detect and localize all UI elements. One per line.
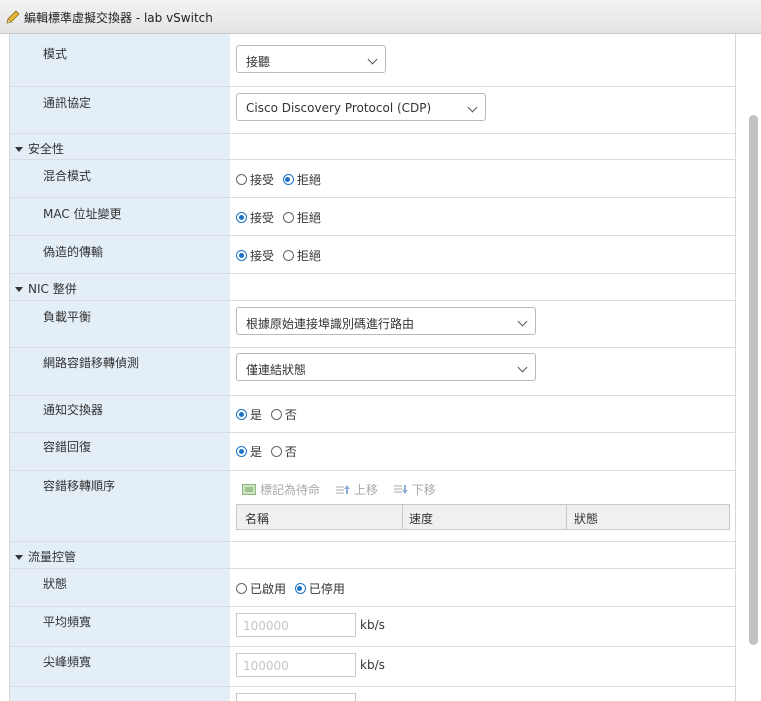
radio-unselected-icon[interactable] [236,174,247,185]
security-section[interactable]: 安全性 [10,134,735,160]
failback-no-option[interactable]: 否 [270,445,297,459]
mode-label: 模式 [43,47,68,61]
failover-order-label: 容錯移轉順序 [43,479,116,493]
notify-switches-radio-group: 是 否 [236,406,302,423]
column-header-speed[interactable]: 速度 [409,510,433,527]
vertical-scrollbar[interactable] [749,115,758,645]
chevron-down-icon [517,316,528,327]
forged-accept-option[interactable]: 接受 [236,249,274,263]
settings-panel: 模式 接聽 通訊協定 Cisco Discovery Protocol (CDP… [9,34,736,701]
forged-radio-group: 接受 拒絕 [236,247,326,264]
mac-change-reject-option[interactable]: 拒絕 [282,211,321,225]
collapse-triangle-icon [15,555,23,560]
load-balance-label: 負載平衡 [43,310,92,324]
column-header-status[interactable]: 狀態 [574,510,598,527]
state-enabled-option[interactable]: 已啟用 [236,582,286,596]
pencil-icon [6,10,20,24]
failback-label: 容錯回復 [43,440,92,454]
radio-unselected-icon[interactable] [236,583,247,594]
notify-switches-label: 通知交換器 [43,403,104,417]
collapse-triangle-icon [15,287,23,292]
security-section-header[interactable]: 安全性 [15,140,64,157]
load-balance-row: 負載平衡 根據原始連接埠識別碼進行路由 [10,301,735,348]
avg-bandwidth-row: 平均頻寬 100000 kb/s [10,607,735,647]
peak-bandwidth-row: 尖峰頻寬 100000 kb/s [10,647,735,687]
failover-detection-row: 網路容錯移轉偵測 僅連結狀態 [10,348,735,396]
radio-unselected-icon[interactable] [282,212,294,223]
failover-detection-label: 網路容錯移轉偵測 [43,356,140,370]
radio-unselected-icon[interactable] [270,409,282,420]
promiscuous-reject-option[interactable]: 拒絕 [282,173,321,187]
failover-detection-value: 僅連結狀態 [246,363,307,377]
failback-row: 容錯回復 是 否 [10,433,735,471]
column-header-name[interactable]: 名稱 [245,510,269,527]
promiscuous-label: 混合模式 [43,169,92,183]
dialog-titlebar: 編輯標準虛擬交換器 - lab vSwitch [0,0,761,34]
promiscuous-accept-option[interactable]: 接受 [236,173,274,187]
traffic-shaping-section[interactable]: 流量控管 [10,542,735,569]
load-balance-select[interactable]: 根據原始連接埠識別碼進行路由 [236,307,536,335]
mac-change-radio-group: 接受 拒絕 [236,209,326,226]
radio-unselected-icon[interactable] [282,250,294,261]
promiscuous-radio-group: 接受 拒絕 [236,171,326,188]
move-down-button[interactable]: 下移 [393,481,436,498]
traffic-state-radio-group: 已啟用 已停用 [236,580,350,597]
forged-label: 偽造的傳輸 [43,245,104,259]
failback-yes-option[interactable]: 是 [236,445,262,459]
mode-row: 模式 接聽 [10,34,735,87]
nic-teaming-section[interactable]: NIC 整併 [10,274,735,301]
protocol-row: 通訊協定 Cisco Discovery Protocol (CDP) [10,87,735,134]
traffic-shaping-section-header[interactable]: 流量控管 [15,548,76,565]
load-balance-value: 根據原始連接埠識別碼進行路由 [246,317,415,331]
radio-selected-icon[interactable] [236,250,247,261]
notify-switches-row: 通知交換器 是 否 [10,396,735,433]
traffic-state-row: 狀態 已啟用 已停用 [10,569,735,607]
mark-standby-button[interactable]: 標記為待命 [242,481,320,498]
dialog-title: 編輯標準虛擬交換器 - lab vSwitch [24,11,213,25]
peak-bandwidth-input[interactable]: 100000 [236,653,356,677]
mode-value: 接聽 [246,55,271,69]
peak-bandwidth-label: 尖峰頻寬 [43,655,92,669]
mode-select[interactable]: 接聽 [236,45,386,73]
forged-row: 偽造的傳輸 接受 拒絕 [10,236,735,274]
promiscuous-row: 混合模式 接受 拒絕 [10,160,735,198]
avg-bandwidth-input[interactable]: 100000 [236,613,356,637]
protocol-select[interactable]: Cisco Discovery Protocol (CDP) [236,93,486,121]
radio-selected-icon[interactable] [236,446,247,457]
peak-bandwidth-unit: kb/s [360,658,385,672]
protocol-label: 通訊協定 [43,96,92,110]
mac-change-accept-option[interactable]: 接受 [236,211,274,225]
radio-selected-icon[interactable] [236,212,247,223]
chevron-down-icon [467,102,478,113]
failover-order-toolbar: 標記為待命 上移 下移 [242,481,448,498]
mac-change-label: MAC 位址變更 [43,207,122,221]
collapse-triangle-icon [15,147,23,152]
radio-selected-icon[interactable] [294,583,306,594]
failover-order-table-header: 名稱 速度 狀態 [236,504,730,530]
burst-size-input[interactable] [236,693,356,701]
failback-radio-group: 是 否 [236,443,302,460]
move-up-button[interactable]: 上移 [335,481,378,498]
standby-icon [242,484,256,495]
chevron-down-icon [367,54,378,65]
chevron-down-icon [517,362,528,373]
forged-reject-option[interactable]: 拒絕 [282,249,321,263]
notify-no-option[interactable]: 否 [270,408,297,422]
move-up-icon [335,485,350,494]
move-down-icon [393,485,408,494]
traffic-state-label: 狀態 [43,577,68,591]
mac-change-row: MAC 位址變更 接受 拒絕 [10,198,735,236]
radio-selected-icon[interactable] [282,174,294,185]
protocol-value: Cisco Discovery Protocol (CDP) [246,101,432,115]
radio-selected-icon[interactable] [236,409,247,420]
avg-bandwidth-unit: kb/s [360,618,385,632]
avg-bandwidth-label: 平均頻寬 [43,615,92,629]
radio-unselected-icon[interactable] [270,446,282,457]
state-disabled-option[interactable]: 已停用 [294,582,345,596]
burst-size-row [10,687,735,701]
nic-teaming-section-header[interactable]: NIC 整併 [15,280,77,297]
failover-detection-select[interactable]: 僅連結狀態 [236,353,536,381]
notify-yes-option[interactable]: 是 [236,408,262,422]
